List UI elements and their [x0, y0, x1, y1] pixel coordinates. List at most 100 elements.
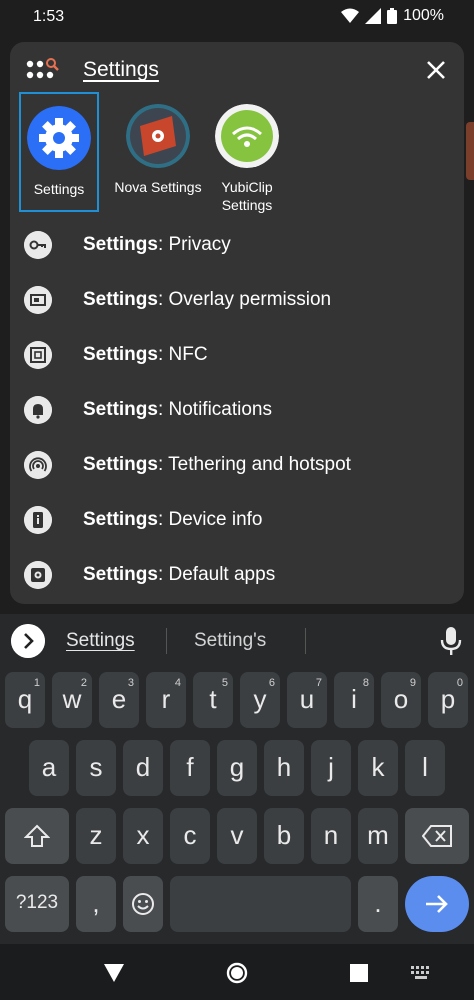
key-h[interactable]: h: [264, 740, 304, 796]
suggestion-1[interactable]: Settings: [66, 630, 135, 652]
key-hint: 0: [456, 677, 463, 689]
settings-gear-icon: [27, 106, 91, 170]
key-l[interactable]: l: [405, 740, 445, 796]
battery-percent: 100%: [403, 7, 444, 24]
recents-icon[interactable]: [350, 964, 368, 982]
app-search-icon[interactable]: [26, 58, 60, 80]
key-t[interactable]: t5: [193, 672, 233, 728]
key-k[interactable]: k: [358, 740, 398, 796]
app-label: Settings: [33, 181, 85, 197]
close-icon[interactable]: [422, 56, 450, 84]
key-label: q: [17, 684, 33, 714]
key-label: p: [440, 684, 456, 714]
key-hint: 9: [409, 677, 416, 689]
search-query[interactable]: Settings: [83, 58, 159, 82]
result-label: Settings: Default apps: [83, 564, 276, 585]
key-a[interactable]: a: [29, 740, 69, 796]
key-z[interactable]: z: [76, 808, 116, 864]
result-overlay-permission[interactable]: Settings: Overlay permission: [10, 273, 464, 328]
key-u[interactable]: u7: [287, 672, 327, 728]
emoji-key[interactable]: [123, 876, 163, 932]
period-key[interactable]: .: [358, 876, 398, 932]
key-s[interactable]: s: [76, 740, 116, 796]
result-label: Settings: Notifications: [83, 399, 272, 420]
edge-handle[interactable]: [466, 122, 474, 180]
key-hint: 3: [127, 677, 134, 689]
key-icon: [24, 231, 52, 259]
suggestion-strip: Settings Setting's: [0, 614, 474, 666]
key-hint: 7: [315, 677, 322, 689]
overlay-icon: [24, 286, 52, 314]
app-nova-settings[interactable]: Nova Settings: [114, 92, 202, 212]
suggestion-2[interactable]: Setting's: [194, 630, 266, 652]
key-hint: 8: [362, 677, 369, 689]
key-c[interactable]: c: [170, 808, 210, 864]
signal-icon: [365, 8, 382, 24]
comma-key[interactable]: ,: [76, 876, 116, 932]
key-m[interactable]: m: [358, 808, 398, 864]
key-x[interactable]: x: [123, 808, 163, 864]
key-g[interactable]: g: [217, 740, 257, 796]
key-p[interactable]: p0: [428, 672, 468, 728]
key-q[interactable]: q1: [5, 672, 45, 728]
search-panel: Settings Settings Nova Settings YubiClip…: [10, 42, 464, 604]
key-hint: 1: [33, 677, 40, 689]
key-i[interactable]: i8: [334, 672, 374, 728]
enter-key[interactable]: [405, 876, 469, 932]
status-bar: 1:53 100%: [0, 0, 474, 36]
key-b[interactable]: b: [264, 808, 304, 864]
key-n[interactable]: n: [311, 808, 351, 864]
result-label: Settings: Device info: [83, 509, 263, 530]
key-label: y: [253, 684, 267, 714]
nova-settings-icon: [126, 104, 190, 168]
navigation-bar: [0, 944, 474, 1000]
key-label: t: [209, 684, 217, 714]
space-key[interactable]: [170, 876, 351, 932]
backspace-icon: [421, 825, 452, 847]
key-label: u: [299, 684, 315, 714]
key-r[interactable]: r4: [146, 672, 186, 728]
key-d[interactable]: d: [123, 740, 163, 796]
result-device-info[interactable]: Settings: Device info: [10, 493, 464, 548]
key-v[interactable]: v: [217, 808, 257, 864]
app-label: Nova Settings: [114, 179, 202, 195]
backspace-key[interactable]: [405, 808, 469, 864]
shift-icon: [23, 824, 51, 847]
result-tethering-hotspot[interactable]: Settings: Tethering and hotspot: [10, 438, 464, 493]
hotspot-icon: [24, 451, 52, 479]
home-icon[interactable]: [226, 962, 248, 984]
back-icon[interactable]: [104, 964, 124, 982]
battery-icon: [387, 8, 398, 24]
status-icons: 100%: [341, 7, 444, 25]
app-settings[interactable]: Settings: [19, 92, 99, 212]
key-e[interactable]: e3: [99, 672, 139, 728]
arrow-right-icon: [426, 895, 448, 913]
result-nfc[interactable]: Settings: NFC: [10, 328, 464, 383]
key-label: o: [393, 684, 409, 714]
result-privacy[interactable]: Settings: Privacy: [10, 218, 464, 273]
key-hint: 4: [174, 677, 181, 689]
key-o[interactable]: o9: [381, 672, 421, 728]
shift-key[interactable]: [5, 808, 69, 864]
chevron-right-icon[interactable]: [11, 624, 45, 658]
symbols-key[interactable]: ?123: [5, 876, 69, 932]
key-j[interactable]: j: [311, 740, 351, 796]
key-w[interactable]: w2: [52, 672, 92, 728]
app-yubiclip-settings[interactable]: YubiClip Settings: [207, 92, 287, 213]
settings-results-list: Settings: Privacy Settings: Overlay perm…: [10, 218, 464, 603]
mic-icon[interactable]: [438, 626, 464, 656]
key-label: e: [111, 684, 127, 714]
divider: [305, 628, 306, 654]
result-notifications[interactable]: Settings: Notifications: [10, 383, 464, 438]
key-hint: 2: [80, 677, 87, 689]
bell-icon: [24, 396, 52, 424]
keyboard: Settings Setting's q1 w2 e3 r4 t5 y6 u7 …: [0, 614, 474, 944]
key-label: w: [62, 684, 82, 714]
result-default-apps[interactable]: Settings: Default apps: [10, 548, 464, 603]
key-f[interactable]: f: [170, 740, 210, 796]
app-results: Settings Nova Settings YubiClip Settings: [10, 92, 464, 216]
keyboard-switch-icon[interactable]: [411, 966, 431, 980]
key-y[interactable]: y6: [240, 672, 280, 728]
result-label: Settings: Tethering and hotspot: [83, 454, 351, 475]
result-label: Settings: NFC: [83, 344, 208, 365]
